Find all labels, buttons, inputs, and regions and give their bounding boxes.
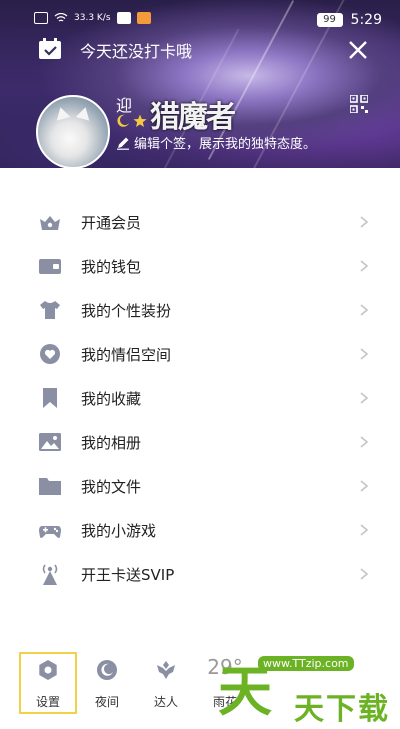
wallet-icon [39,259,61,274]
username[interactable]: 迎 [116,92,132,116]
drawer-menu: 开通会员 我的钱包 我的个性装扮 我的情侣空间 我的收藏 我的相册 我的文件 我… [16,168,390,653]
watermark-text: 天下载 [294,692,390,727]
folder-icon [39,478,61,495]
chevron-right-icon [360,524,369,536]
profile-banner: 33.3 K/s 99 5:29 今天还没打卡哦 猎魔者 迎 编辑个签，展示我的… [0,0,400,172]
settings-button[interactable]: 设置 [19,652,77,714]
night-mode-button[interactable]: 夜间 [79,653,135,713]
wifi-icon [54,13,68,22]
network-speed: 33.3 K/s [74,12,111,23]
expert-badge-icon [157,661,175,679]
clock: 5:29 [350,12,382,28]
menu-item-label: 我的相册 [81,433,142,452]
settings-label: 设置 [35,695,60,709]
avatar-art [75,105,93,121]
bookmark-icon [43,388,57,408]
menu-item-vip[interactable]: 开通会员 [16,200,390,244]
chevron-right-icon [360,304,369,316]
menu-item-wallet[interactable]: 我的钱包 [16,244,390,288]
chevron-right-icon [360,392,369,404]
close-icon[interactable] [346,38,370,62]
app-notification-icon [136,12,151,24]
pencil-icon [117,137,129,150]
chevron-right-icon [360,480,369,492]
checkin-prompt[interactable]: 今天还没打卡哦 [80,38,192,62]
menu-item-couple-space[interactable]: 我的情侣空间 [16,332,390,376]
menu-item-label: 我的收藏 [81,389,142,408]
battery-level: 99 [316,13,343,27]
screen: 33.3 K/s 99 5:29 今天还没打卡哦 猎魔者 迎 编辑个签，展示我的… [0,0,400,729]
expert-button[interactable]: 达人 [138,653,194,713]
gamepad-icon [39,526,61,538]
chevron-right-icon [360,568,369,580]
signature-row[interactable]: 编辑个签，展示我的独特态度。 [116,133,316,152]
qr-code-icon[interactable] [350,95,368,113]
chevron-right-icon [360,348,369,360]
menu-item-mini-games[interactable]: 我的小游戏 [16,508,390,552]
signal-tower-icon [42,564,58,585]
calendar-check-icon[interactable] [38,38,62,60]
settings-icon [39,660,57,680]
menu-item-files[interactable]: 我的文件 [16,464,390,508]
menu-item-label: 我的情侣空间 [81,345,172,364]
banner-logo: 猎魔者 [150,100,236,135]
menu-item-label: 开通会员 [81,213,142,232]
menu-item-favorites[interactable]: 我的收藏 [16,376,390,420]
notification-icon [116,12,131,24]
couple-heart-icon [40,344,60,364]
expert-label: 达人 [153,695,178,709]
signature-text: 编辑个签，展示我的独特态度。 [134,137,317,152]
menu-item-label: 开王卡送SVIP [81,565,175,584]
watermark-logo: 天 [218,660,272,723]
moon-badge-icon [117,114,129,127]
photo-album-icon [39,433,61,451]
watermark-url: www.TTzip.com [258,656,354,671]
avatar[interactable] [36,95,110,169]
menu-item-label: 我的个性装扮 [81,301,172,320]
menu-item-wangka-svip[interactable]: 开王卡送SVIP [16,552,390,596]
status-right: 99 5:29 [316,12,382,28]
menu-item-label: 我的文件 [81,477,142,496]
star-badge-icon [133,114,147,127]
avatar-art [53,105,71,121]
menu-item-label: 我的钱包 [81,257,142,276]
level-badges[interactable] [116,114,147,128]
chevron-right-icon [360,260,369,272]
shirt-icon [40,301,60,319]
status-left: 33.3 K/s [34,12,151,24]
menu-item-dressup[interactable]: 我的个性装扮 [16,288,390,332]
chevron-right-icon [360,436,369,448]
site-watermark: 天 www.TTzip.com 天下载 [218,648,400,729]
night-mode-label: 夜间 [94,695,119,709]
menu-item-label: 我的小游戏 [81,521,157,540]
vip-crown-icon [40,216,60,230]
menu-item-album[interactable]: 我的相册 [16,420,390,464]
sim-icon [34,12,48,24]
moon-icon [97,660,117,680]
status-bar: 33.3 K/s 99 5:29 [0,0,400,32]
chevron-right-icon [360,216,369,228]
